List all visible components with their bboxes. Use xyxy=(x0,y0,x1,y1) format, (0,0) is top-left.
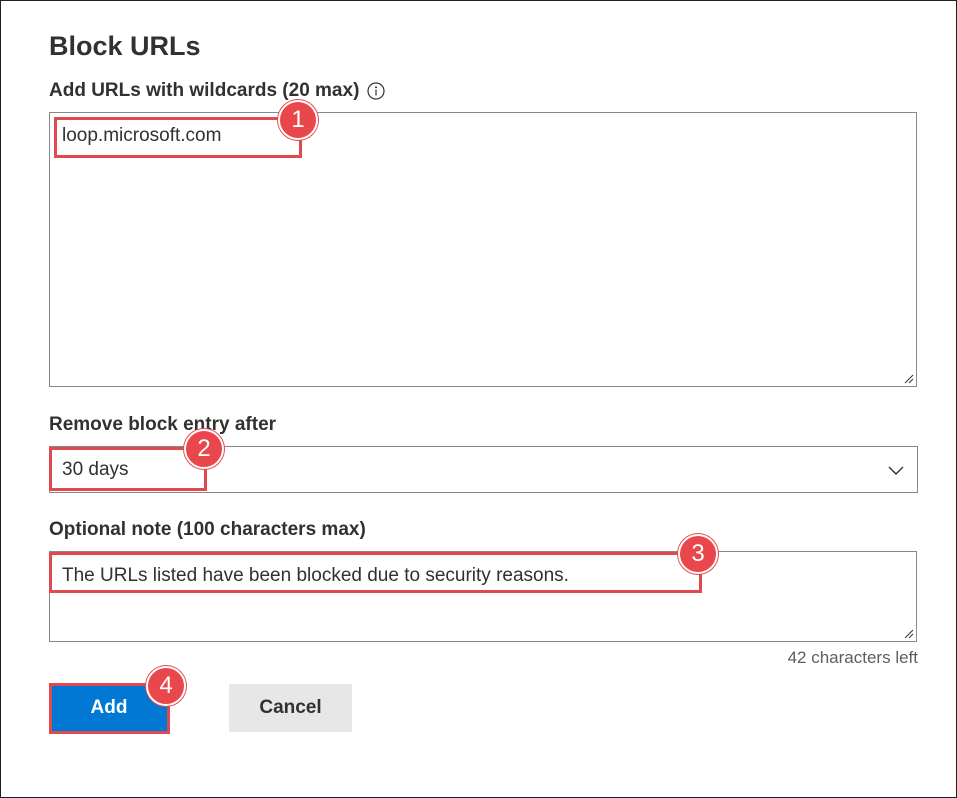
urls-textarea-value: loop.microsoft.com xyxy=(62,125,222,146)
callout-badge-2: 2 xyxy=(184,429,224,469)
callout-badge-3: 3 xyxy=(678,534,718,574)
callout-badge-1: 1 xyxy=(278,100,318,140)
chevron-down-icon xyxy=(888,466,904,475)
note-field-label: Optional note (100 characters max) xyxy=(49,519,366,540)
resize-grip-icon[interactable] xyxy=(902,627,914,639)
cancel-button[interactable]: Cancel xyxy=(229,684,352,732)
note-character-counter: 42 characters left xyxy=(787,648,918,667)
urls-field-label: Add URLs with wildcards (20 max) xyxy=(49,80,360,101)
info-icon[interactable] xyxy=(367,82,386,100)
panel-title: Block URLs xyxy=(49,31,201,61)
note-textarea[interactable]: The URLs listed have been blocked due to… xyxy=(49,551,917,642)
callout-badge-4: 4 xyxy=(146,666,186,706)
expiry-dropdown[interactable]: 30 days xyxy=(49,446,918,493)
block-urls-panel: Block URLs Add URLs with wildcards (20 m… xyxy=(0,0,957,798)
expiry-field-label: Remove block entry after xyxy=(49,414,277,435)
expiry-dropdown-value: 30 days xyxy=(62,459,129,480)
urls-textarea[interactable]: loop.microsoft.com xyxy=(49,112,917,387)
urls-field-label-row: Add URLs with wildcards (20 max) xyxy=(49,80,386,102)
resize-grip-icon[interactable] xyxy=(902,372,914,384)
note-textarea-value: The URLs listed have been blocked due to… xyxy=(62,565,569,586)
